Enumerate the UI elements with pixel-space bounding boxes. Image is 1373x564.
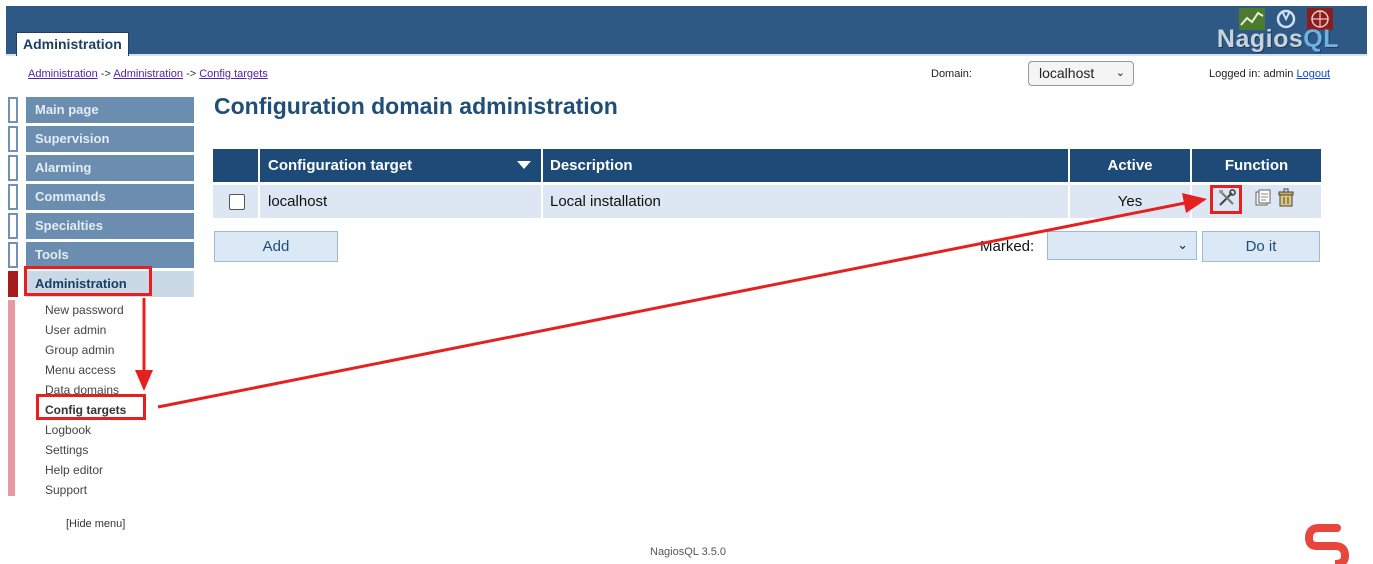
delete-icon[interactable] [1276, 188, 1296, 208]
submenu-item-settings[interactable]: Settings [45, 440, 126, 460]
breadcrumb-link-administration-2[interactable]: Administration [113, 68, 183, 80]
highlight-config-targets [36, 394, 146, 420]
do-it-button[interactable]: Do it [1202, 231, 1320, 262]
sidebar-item-tools[interactable]: Tools [8, 242, 194, 268]
sidebar-item-main-page[interactable]: Main page [8, 97, 194, 123]
submenu-marker [8, 300, 15, 496]
header-tab-administration[interactable]: Administration [16, 32, 129, 56]
highlight-administration [24, 266, 152, 296]
top-header: Administration NagiosQL [6, 6, 1367, 56]
sidebar-item-label: Supervision [26, 126, 194, 152]
domain-select-value: localhost [1039, 65, 1095, 81]
submenu-item-help-editor[interactable]: Help editor [45, 460, 126, 480]
submenu-item-new-password[interactable]: New password [45, 300, 126, 320]
annotation-arrows [135, 193, 1207, 409]
breadcrumb-link-config-targets[interactable]: Config targets [199, 68, 267, 80]
table-cell-active: Yes [1070, 185, 1190, 218]
table-cell-select [213, 185, 258, 218]
sidebar-marker [8, 213, 18, 239]
domain-label: Domain: [931, 68, 972, 80]
arrow-head-down [135, 370, 153, 391]
sidebar-marker [8, 126, 18, 152]
table-header-select [213, 149, 258, 182]
sidebar-item-specialties[interactable]: Specialties [8, 213, 194, 239]
sidebar-marker [8, 155, 18, 181]
sidebar-item-commands[interactable]: Commands [8, 184, 194, 210]
add-button[interactable]: Add [214, 231, 338, 262]
chevron-down-icon: ⌄ [1115, 67, 1125, 79]
marked-action-select[interactable]: ⌄ [1047, 231, 1197, 260]
submenu-item-logbook[interactable]: Logbook [45, 420, 126, 440]
sidebar-marker [8, 242, 18, 268]
sidebar-item-label: Commands [26, 184, 194, 210]
breadcrumb-separator: -> [100, 68, 111, 80]
domain-select[interactable]: localhost ⌄ [1028, 61, 1134, 86]
login-status: Logged in: admin Logout [1209, 68, 1330, 80]
table-header-description: Description [543, 149, 1068, 182]
nagiosql-logo: NagiosQL [1211, 6, 1361, 56]
hide-menu-link[interactable]: [Hide menu] [66, 518, 125, 530]
submenu-item-group-admin[interactable]: Group admin [45, 340, 126, 360]
table-header-target[interactable]: Configuration target [260, 149, 541, 182]
table-cell-description: Local installation [543, 185, 1068, 218]
corner-brand-icon [1305, 524, 1349, 564]
sidebar-item-label: Alarming [26, 155, 194, 181]
sidebar-marker [8, 184, 18, 210]
table-cell-target: localhost [260, 185, 541, 218]
sidebar-item-alarming[interactable]: Alarming [8, 155, 194, 181]
login-text: Logged in: admin [1209, 68, 1294, 80]
sidebar-item-supervision[interactable]: Supervision [8, 126, 194, 152]
sidebar-marker [8, 97, 18, 123]
table-header-function: Function [1192, 149, 1321, 182]
submenu-item-user-admin[interactable]: User admin [45, 320, 126, 340]
table-header-label: Configuration target [268, 157, 413, 174]
breadcrumb: Administration -> Administration -> Conf… [28, 68, 268, 80]
page-title: Configuration domain administration [214, 93, 618, 119]
submenu-item-support[interactable]: Support [45, 480, 126, 500]
breadcrumb-separator: -> [186, 68, 197, 80]
sort-down-icon [517, 161, 531, 169]
marked-label: Marked: [980, 238, 1035, 255]
logo-text: NagiosQL [1216, 25, 1339, 53]
submenu-item-menu-access[interactable]: Menu access [45, 360, 126, 380]
highlight-edit-icon [1210, 185, 1242, 214]
sidebar-item-label: Specialties [26, 213, 194, 239]
footer-version: NagiosQL 3.5.0 [650, 546, 727, 558]
copy-icon[interactable] [1253, 188, 1273, 208]
sidebar-marker-active [8, 271, 18, 297]
row-checkbox[interactable] [229, 194, 245, 210]
table-header-active: Active [1070, 149, 1190, 182]
sidebar-item-label: Tools [26, 242, 194, 268]
logout-link[interactable]: Logout [1296, 68, 1330, 80]
sidebar-item-label: Main page [26, 97, 194, 123]
breadcrumb-link-administration[interactable]: Administration [28, 68, 98, 80]
chevron-down-icon: ⌄ [1177, 237, 1188, 252]
